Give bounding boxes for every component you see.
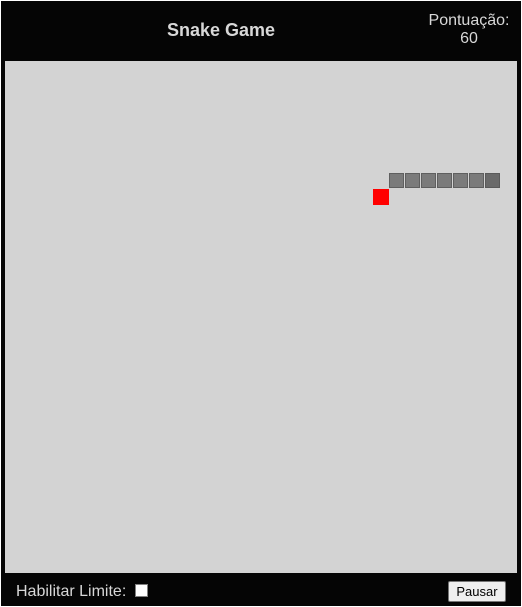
snake-head	[485, 173, 500, 188]
limit-label: Habilitar Limite:	[16, 583, 127, 600]
snake-segment	[453, 173, 468, 188]
score-panel: Pontuação: 60	[423, 12, 515, 48]
game-window: Snake Game Pontuação: 60 Habilitar Limit…	[1, 1, 521, 606]
game-title: Snake Game	[166, 20, 276, 40]
snake-segment	[469, 173, 484, 188]
limit-checkbox[interactable]	[135, 584, 148, 597]
food	[373, 189, 389, 205]
header: Snake Game Pontuação: 60	[1, 1, 521, 59]
snake-segment	[405, 173, 420, 188]
score-label: Pontuação:	[428, 12, 510, 29]
snake-segment	[389, 173, 404, 188]
game-board[interactable]	[5, 61, 517, 573]
snake-segment	[421, 173, 436, 188]
snake-segment	[437, 173, 452, 188]
score-value: 60	[460, 30, 478, 47]
pause-button[interactable]: Pausar	[448, 581, 506, 602]
footer: Habilitar Limite: Pausar	[1, 575, 521, 606]
